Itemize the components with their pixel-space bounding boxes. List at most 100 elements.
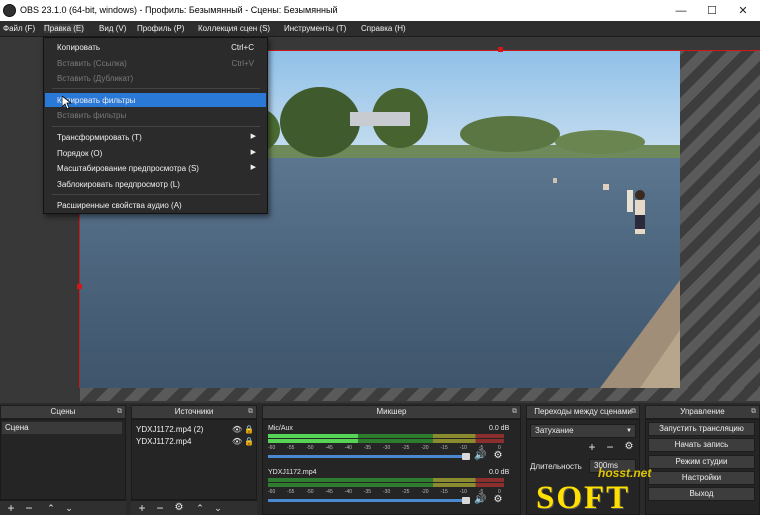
menu-item-transform[interactable]: Трансформировать (T) ▶ <box>45 130 266 144</box>
menu-item-paste-reference[interactable]: Вставить (Ссылка) Ctrl+V <box>45 56 266 70</box>
audio-meter <box>268 478 504 482</box>
start-recording-button[interactable]: Начать запись <box>648 438 755 452</box>
menu-item-order[interactable]: Порядок (O) ▶ <box>45 146 266 160</box>
menu-file[interactable]: Файл (F) <box>3 24 35 33</box>
maximize-button[interactable]: ☐ <box>697 0 727 21</box>
menu-tools[interactable]: Инструменты (T) <box>284 24 346 33</box>
meter-tick-label: -60 <box>268 445 276 451</box>
meter-tick-label: -55 <box>287 489 295 495</box>
submenu-arrow-icon: ▶ <box>250 133 256 140</box>
add-scene-icon[interactable]: + <box>4 501 18 515</box>
meter-tick-label: -15 <box>440 489 448 495</box>
meter-tick-label: -10 <box>459 489 467 495</box>
meter-tick-label: -60 <box>268 489 276 495</box>
controls-dock-title: Управление ⧉ <box>645 405 760 419</box>
audio-meter-level <box>268 439 358 443</box>
list-item[interactable]: Сцена <box>2 422 122 434</box>
volume-slider-knob[interactable] <box>462 453 470 460</box>
meter-tick-label: -25 <box>402 489 410 495</box>
watermark-url: hosst.net <box>598 466 652 480</box>
move-down-icon[interactable]: ⌄ <box>62 501 76 515</box>
lock-icon[interactable]: 🔒 <box>244 437 254 446</box>
undock-icon[interactable]: ⧉ <box>751 406 756 418</box>
menu-separator <box>52 194 260 195</box>
move-down-icon[interactable]: ⌄ <box>211 501 225 515</box>
menu-profile[interactable]: Профиль (P) <box>137 24 184 33</box>
eye-icon[interactable]: 👁 <box>232 425 242 434</box>
channel-name: YDXJ1172.mp4 <box>268 469 317 476</box>
sources-toolbar: + − ⚙ ⌃ ⌄ <box>131 500 257 515</box>
menu-item-paste-duplicate[interactable]: Вставить (Дубликат) <box>45 71 266 85</box>
sources-list[interactable]: YDXJ1172.mp4 (2) 👁 🔒 YDXJ1172.mp4 👁 🔒 <box>131 419 257 500</box>
meter-tick-label: -45 <box>325 445 333 451</box>
studio-mode-button[interactable]: Режим студии <box>648 455 755 469</box>
audio-meter <box>268 483 504 487</box>
menu-item-preview-scaling[interactable]: Масштабирование предпросмотра (S) ▶ <box>45 161 266 175</box>
move-up-icon[interactable]: ⌃ <box>193 501 207 515</box>
meter-tick-label: -45 <box>325 489 333 495</box>
menu-scene-collection[interactable]: Коллекция сцен (S) <box>198 24 270 33</box>
channel-db: 0.0 dB <box>489 469 510 476</box>
meter-tick-label: -40 <box>344 489 352 495</box>
undock-icon[interactable]: ⧉ <box>117 406 122 418</box>
undock-icon[interactable]: ⧉ <box>631 406 636 418</box>
menu-help[interactable]: Справка (H) <box>361 24 406 33</box>
scenes-list[interactable]: Сцена <box>0 419 126 500</box>
volume-slider[interactable] <box>268 455 468 458</box>
gear-icon[interactable]: ⚙ <box>492 450 504 462</box>
add-source-icon[interactable]: + <box>135 501 149 515</box>
volume-slider-knob[interactable] <box>462 497 470 504</box>
meter-tick-label: -35 <box>363 489 372 495</box>
menu-view[interactable]: Вид (V) <box>99 24 126 33</box>
remove-source-icon[interactable]: − <box>153 501 167 515</box>
window-title: OBS 23.1.0 (64-bit, windows) - Профиль: … <box>20 5 338 15</box>
gear-icon[interactable]: ⚙ <box>622 440 636 454</box>
close-button[interactable]: ✕ <box>728 0 758 21</box>
canvas-bounds-hatch-bottom <box>80 388 760 401</box>
eye-icon[interactable]: 👁 <box>232 437 242 446</box>
edit-dropdown-menu: Копировать Ctrl+C Вставить (Ссылка) Ctrl… <box>43 37 268 214</box>
menu-item-lock-preview[interactable]: Заблокировать предпросмотр (L) <box>45 177 266 191</box>
remove-transition-icon[interactable]: − <box>603 440 617 454</box>
transition-select[interactable]: Затухание ▼ <box>530 424 636 438</box>
menu-edit[interactable]: Правка (E) <box>44 24 84 33</box>
move-up-icon[interactable]: ⌃ <box>44 501 58 515</box>
menu-item-paste-filters[interactable]: Вставить фильтры <box>45 108 266 122</box>
menu-separator <box>52 88 260 89</box>
gear-icon[interactable]: ⚙ <box>172 501 186 515</box>
title-bar: OBS 23.1.0 (64-bit, windows) - Профиль: … <box>0 0 760 21</box>
sources-dock-title: Источники ⧉ <box>131 405 257 419</box>
mixer-dock-title: Микшер ⧉ <box>262 405 521 419</box>
mixer-panel: Mic/Aux 0.0 dB -60 -55 -50 -45 -40 -35 -30 -25 -… <box>262 419 521 515</box>
speaker-icon[interactable]: 🔊 <box>474 494 486 506</box>
gear-icon[interactable]: ⚙ <box>492 494 504 506</box>
undock-icon[interactable]: ⧉ <box>248 406 253 418</box>
minimize-button[interactable]: — <box>666 0 696 21</box>
menu-item-copy-filters[interactable]: Копировать фильтры <box>45 93 266 107</box>
undock-icon[interactable]: ⧉ <box>512 406 517 418</box>
lock-icon[interactable]: 🔒 <box>244 425 254 434</box>
transitions-dock-title: Переходы между сценами ⧉ <box>526 405 640 419</box>
add-transition-icon[interactable]: + <box>585 440 599 454</box>
meter-tick-label: -10 <box>459 445 467 451</box>
meter-tick-label: -50 <box>306 489 314 495</box>
menu-item-advanced-audio[interactable]: Расширенные свойства аудио (A) <box>45 198 266 212</box>
meter-tick-label: -15 <box>440 445 448 451</box>
resize-handle-top[interactable] <box>498 47 503 52</box>
volume-slider[interactable] <box>268 499 468 502</box>
scenes-dock-title: Сцены ⧉ <box>0 405 126 419</box>
remove-scene-icon[interactable]: − <box>22 501 36 515</box>
start-streaming-button[interactable]: Запустить трансляцию <box>648 422 755 436</box>
chevron-down-icon: ▼ <box>626 428 632 434</box>
meter-tick-label: -50 <box>306 445 314 451</box>
meter-tick-label: -30 <box>383 445 391 451</box>
duration-label: Длительность <box>530 462 582 471</box>
channel-db: 0.0 dB <box>489 425 510 432</box>
channel-name: Mic/Aux <box>268 425 293 432</box>
resize-handle-left[interactable] <box>77 284 82 289</box>
menu-item-copy[interactable]: Копировать Ctrl+C <box>45 40 266 54</box>
obs-logo-icon <box>3 4 16 17</box>
speaker-icon[interactable]: 🔊 <box>474 450 486 462</box>
menu-bar: Файл (F) Правка (E) Вид (V) Профиль (P) … <box>0 21 760 37</box>
meter-tick-label: -40 <box>344 445 352 451</box>
